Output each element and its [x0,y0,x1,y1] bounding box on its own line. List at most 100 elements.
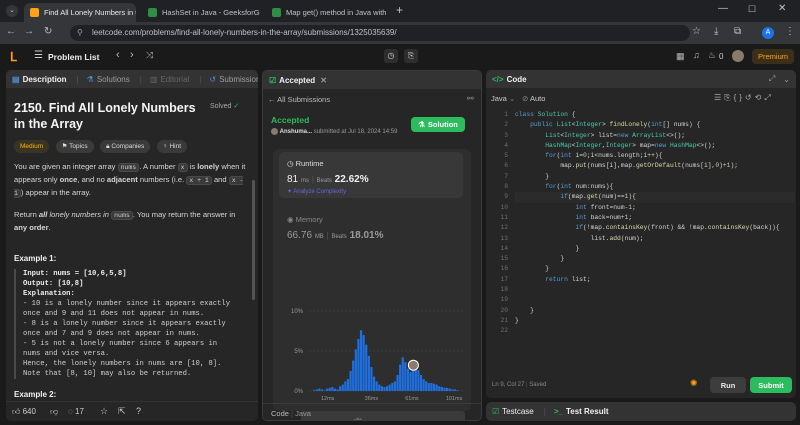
code-line[interactable]: } [515,254,795,264]
bookmark-icon[interactable]: ⎘ [724,93,733,102]
hint-tag[interactable]: ♀ Hint [156,140,188,153]
next-problem-icon[interactable]: › [130,49,134,61]
memory-stats: 66.76 MB | Beats 18.01% [287,230,384,241]
tab-submissions[interactable]: ↺Submissions [209,75,258,84]
companies-tag[interactable]: 🔒︎ Companies [100,140,151,153]
undo-icon[interactable]: ↺ [745,93,755,102]
code-line[interactable]: for(int num:nums){ [515,182,795,192]
bookmark-star-icon[interactable]: ☆ [692,26,701,37]
browser-tab-2[interactable]: HashSet in Java - GeeksforGeek ✕ [142,3,260,22]
code-line[interactable]: if(map.get(num)==1){ [515,192,795,203]
extensions-icon[interactable]: ⧉ [734,26,741,37]
browser-tab-1[interactable]: Find All Lonely Numbers in the ✕ [24,3,136,22]
checkbox-icon: ☑ [492,407,500,416]
chevron-down-icon: ⌄ [508,94,516,103]
description-scrollbar[interactable] [252,180,255,300]
comments-button[interactable]: ◌ 17 [68,407,84,416]
code-line[interactable]: public List<Integer> findLonely(int[] nu… [515,120,795,130]
maximize-icon[interactable]: ☐ [748,4,756,15]
code-line[interactable]: HashMap<Integer,Integer> map=new HashMap… [515,141,795,151]
layout-icon[interactable]: ▦ [676,51,685,62]
language-select[interactable]: Java ⌄ [491,94,515,103]
tab-accepted[interactable]: ☑ Accepted ✕ [269,76,327,85]
link-icon[interactable]: ⚯ [467,94,474,103]
tab-test-result[interactable]: >_ Test Result [554,407,609,416]
ai-sparkle-icon[interactable]: ✺ [690,378,698,389]
close-tab-icon[interactable]: ✕ [320,76,327,85]
fullscreen-icon[interactable]: ⤢ [764,93,773,102]
memory-box[interactable]: ◉ Memory 66.76 MB | Beats 18.01% [279,205,463,251]
tab-code[interactable]: </> Code [492,75,527,84]
line-number: 1 [504,111,508,118]
address-bar[interactable]: ⚲ leetcode.com/problems/find-all-lonely-… [70,25,690,41]
dislike-icon[interactable]: 👎︎ [50,407,58,417]
code-line[interactable]: if(!map.containsKey(front) && !map.conta… [515,223,795,233]
problem-list-icon[interactable]: ☰ [34,50,43,61]
forward-arrow-icon[interactable]: → [24,26,34,37]
streak-fire-icon[interactable]: ♨ [708,50,716,61]
favorite-star-icon[interactable]: ☆ [100,406,108,417]
close-window-icon[interactable]: ✕ [778,3,786,14]
new-tab-button[interactable]: + [396,3,403,17]
code-line[interactable]: list.add(num); [515,234,795,244]
notifications-icon[interactable]: ♫ [693,50,700,60]
minimize-icon[interactable]: — [718,3,728,14]
share-icon[interactable]: ⇱ [118,406,126,417]
run-button[interactable]: Run [710,377,746,393]
close-tab-icon[interactable]: ✕ [386,8,390,17]
code-line[interactable] [515,326,795,336]
code-line[interactable]: } [515,316,795,326]
premium-button[interactable]: Premium [752,49,794,64]
timer-icon[interactable]: ◷ [384,49,398,63]
runtime-box[interactable]: ◷ Runtime 81 ms | Beats 22.62% ✦ Analyze… [279,152,463,198]
leetcode-logo-icon[interactable]: ᒪ [10,50,22,64]
tab-search-icon[interactable]: ⌄ [6,5,18,17]
code-line[interactable]: List<Integer> list=new ArrayList<>(); [515,131,795,141]
code-line[interactable]: int back=num+1; [515,213,795,223]
code-line[interactable]: return list; [515,275,795,285]
more-icon[interactable]: ⌄ [783,75,790,84]
notes-icon[interactable]: ⎘ [404,49,418,63]
tab-solutions[interactable]: ⚗ Solutions [87,75,130,84]
shuffle-icon[interactable]: ⤨ [146,50,153,61]
code-line[interactable]: } [515,172,795,182]
reset-icon[interactable]: ⟲ [755,93,765,102]
auto-mode-toggle[interactable]: ⊘ Auto [522,94,545,103]
format-icon[interactable]: {} [734,93,745,102]
download-icon[interactable]: ⤓ [714,26,718,37]
analyze-complexity-link[interactable]: ✦ Analyze Complexity [287,188,346,195]
tag-row: Medium ⚑ Topics 🔒︎ Companies ♀ Hint [14,140,246,153]
code-line[interactable] [515,295,795,305]
note-icon[interactable]: ☰ [714,93,724,102]
code-line[interactable] [515,285,795,295]
example-line: - 8 is a lonely number since it appears … [23,320,226,328]
code-editor[interactable]: 1 2 3 4 5 6 7 8 9 10 11 12 13 14 15 16 17 18 19 20 21 22 clas… [486,110,796,370]
all-submissions-link[interactable]: ← All Submissions [268,95,330,104]
chart-bar [318,388,321,391]
expand-icon[interactable]: ⤢ [769,74,775,84]
prev-problem-icon[interactable]: ‹ [116,49,120,61]
help-icon[interactable]: ? [136,406,141,416]
profile-avatar[interactable]: A [762,27,774,39]
tab-description[interactable]: ▤ Description [12,75,67,84]
code-line[interactable]: class Solution { [515,110,795,120]
code-line[interactable]: for(int i=0;i<nums.length;i++){ [515,151,795,161]
like-button[interactable]: 👍︎ 640 [12,407,36,417]
description-panel-header: ▤ Description | ⚗ Solutions | ▥ Editorial |… [6,70,258,88]
topics-tag[interactable]: ⚑ Topics [55,140,94,153]
code-line[interactable]: map.put(nums[i],map.getOrDefault(nums[i]… [515,161,795,171]
menu-kebab-icon[interactable]: ⋮ [785,26,795,37]
browser-tab-3[interactable]: Map get() method in Java with ✕ [266,3,390,22]
solution-button[interactable]: ⚗ Solution [411,117,465,132]
tab-testcase[interactable]: ☑ Testcase [492,407,534,416]
tab-editorial[interactable]: ▥ Editorial [150,75,189,84]
problem-list-link[interactable]: Problem List [48,52,99,62]
code-line[interactable]: } [515,264,795,274]
back-arrow-icon[interactable]: ← [6,26,16,37]
submit-button[interactable]: Submit [750,377,792,393]
code-line[interactable]: int front=num-1; [515,203,795,213]
code-line[interactable]: } [515,306,795,316]
reload-icon[interactable]: ↻ [44,26,52,37]
user-avatar[interactable] [732,50,744,62]
code-line[interactable]: } [515,244,795,254]
